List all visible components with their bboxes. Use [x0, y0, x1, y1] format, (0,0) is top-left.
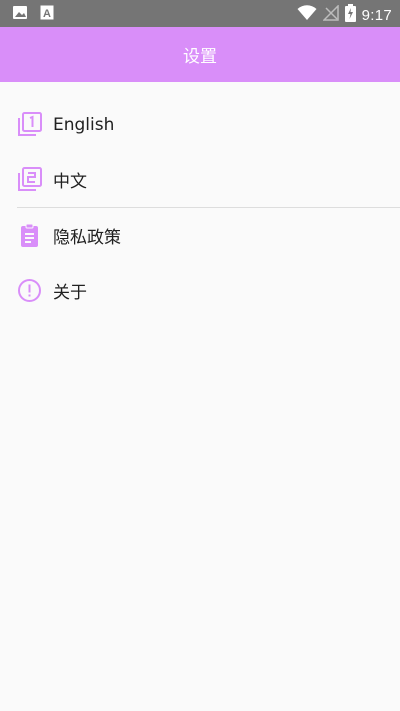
- status-right-icons: 9:17: [297, 4, 392, 26]
- svg-text:A: A: [43, 8, 51, 20]
- app-bar: 设置: [0, 27, 400, 82]
- wifi-icon: [297, 5, 317, 25]
- no-signal-icon: [321, 4, 339, 25]
- settings-item-privacy-policy[interactable]: 隐私政策: [0, 208, 400, 263]
- clipboard-icon: [17, 223, 42, 248]
- settings-item-about[interactable]: 关于: [0, 263, 400, 318]
- status-time: 9:17: [361, 6, 392, 24]
- settings-list: English 中文 隐私政策 关于: [0, 97, 400, 318]
- info-exclamation-icon: [17, 278, 42, 303]
- page-title: 设置: [183, 47, 217, 67]
- text-a-icon: A: [40, 5, 54, 24]
- settings-item-label: 隐私政策: [53, 228, 121, 248]
- settings-item-english[interactable]: English: [0, 97, 400, 152]
- status-bar: A 9:17: [0, 0, 400, 27]
- filter-1-icon: [17, 112, 42, 137]
- settings-item-label: 关于: [53, 283, 87, 303]
- status-left-icons: A: [12, 5, 54, 24]
- settings-item-label: English: [53, 114, 115, 135]
- filter-2-icon: [17, 167, 42, 192]
- settings-item-chinese[interactable]: 中文: [0, 152, 400, 207]
- battery-charging-icon: [344, 4, 356, 26]
- image-icon: [12, 5, 28, 24]
- settings-item-label: 中文: [53, 172, 87, 192]
